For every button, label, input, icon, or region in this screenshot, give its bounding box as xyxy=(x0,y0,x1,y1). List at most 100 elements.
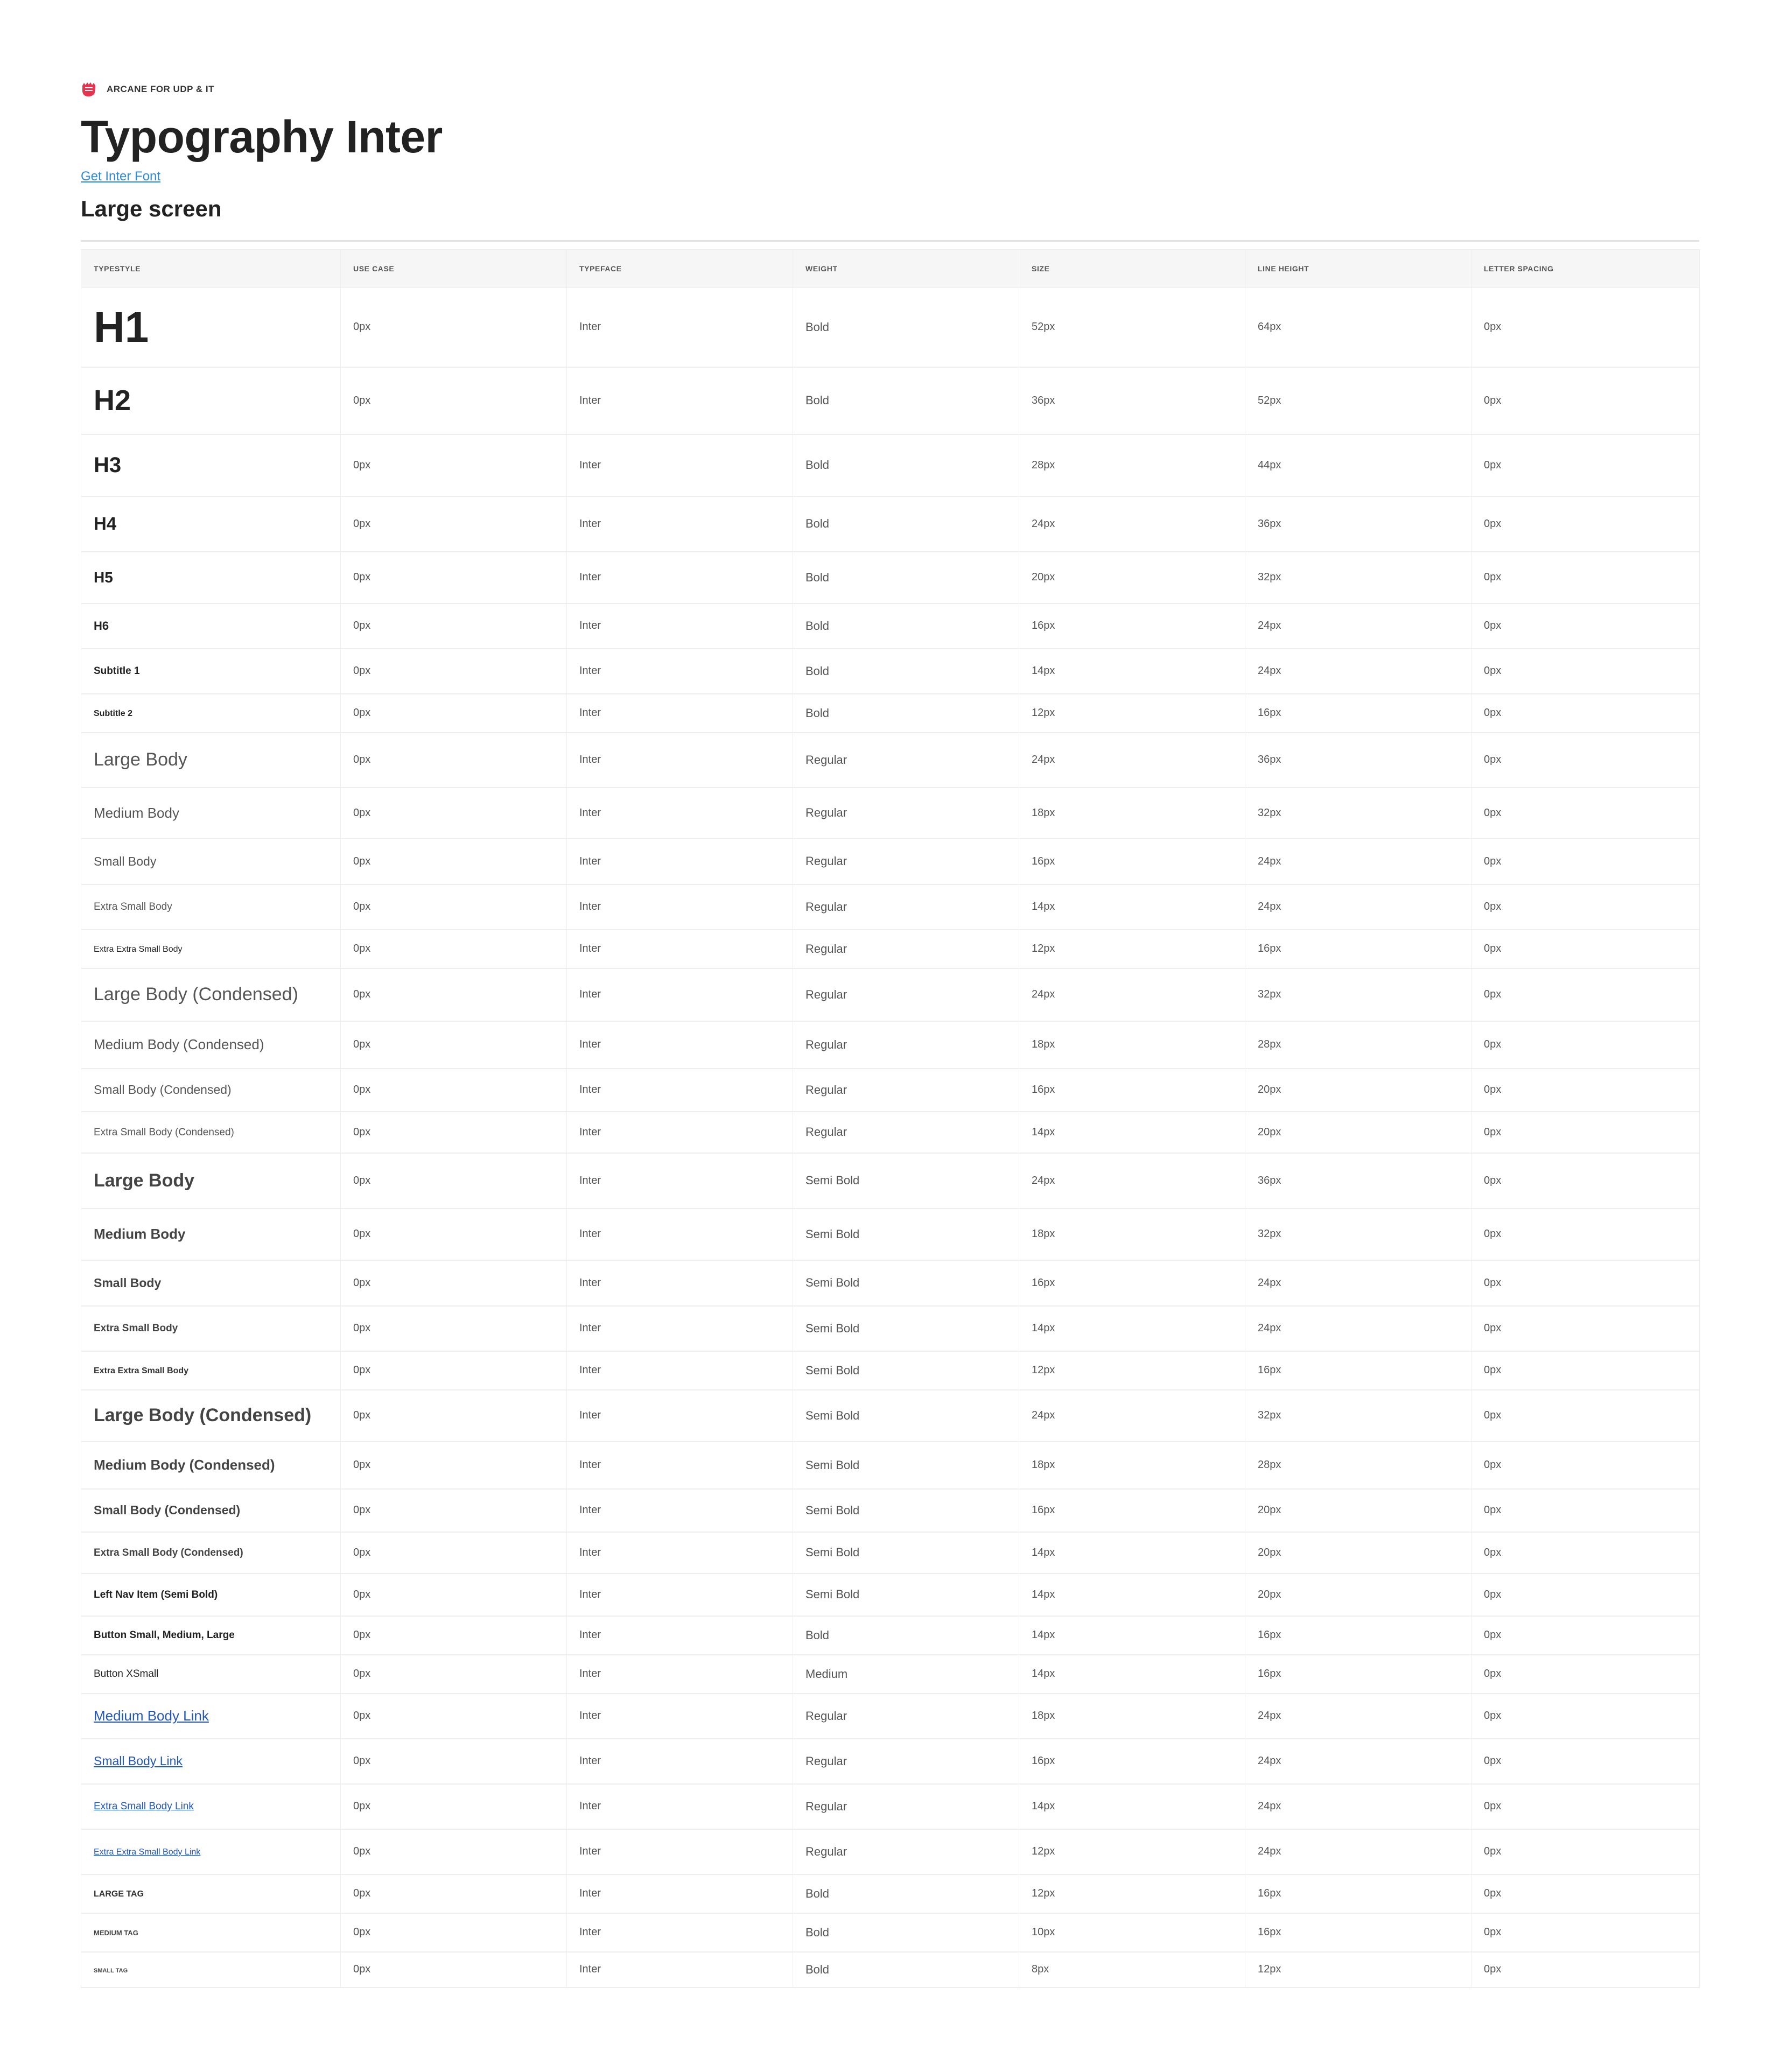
size-cell: 12px xyxy=(1019,693,1245,733)
use-case-cell: 0px xyxy=(340,496,567,552)
typeface-cell: Inter xyxy=(566,1488,793,1533)
weight-cell: Semi Bold xyxy=(793,1532,1019,1574)
weight-cell: Medium xyxy=(793,1654,1019,1694)
typestyle-sample: Subtitle 2 xyxy=(94,709,133,718)
typeface-cell: Inter xyxy=(566,1068,793,1112)
table-row: Button XSmall 0px Inter Medium 14px 16px 0px xyxy=(81,1654,1700,1694)
letter-spacing-cell: 0px xyxy=(1471,367,1700,435)
column-header-use-case: USE CASE xyxy=(340,249,567,288)
letter-spacing-cell: 0px xyxy=(1471,551,1700,604)
weight-cell: Regular xyxy=(793,732,1019,788)
table-row: Medium Body Link 0px Inter Regular 18px 24px 0… xyxy=(81,1693,1700,1739)
use-case-cell: 0px xyxy=(340,1068,567,1112)
typestyle-sample: H5 xyxy=(94,568,113,586)
typestyle-cell: Button Small, Medium, Large xyxy=(81,1616,341,1655)
typestyle-sample: Small Body (Condensed) xyxy=(94,1503,241,1517)
letter-spacing-cell: 0px xyxy=(1471,1305,1700,1352)
use-case-cell: 0px xyxy=(340,1389,567,1442)
typestyle-link-sample[interactable]: Extra Extra Small Body Link xyxy=(94,1848,200,1857)
letter-spacing-cell: 0px xyxy=(1471,1441,1700,1490)
typeface-cell: Inter xyxy=(566,1951,793,1988)
table-row: Medium Body (Condensed) 0px Inter Semi Bold… xyxy=(81,1441,1700,1490)
line-height-cell: 24px xyxy=(1245,838,1471,885)
letter-spacing-cell: 0px xyxy=(1471,693,1700,733)
letter-spacing-cell: 0px xyxy=(1471,787,1700,839)
line-height-cell: 36px xyxy=(1245,1153,1471,1209)
table-row: Extra Small Body Link 0px Inter Regular 14px… xyxy=(81,1783,1700,1830)
table-row: MEDIUM TAG 0px Inter Bold 10px 16px 0px xyxy=(81,1913,1700,1952)
line-height-cell: 16px xyxy=(1245,693,1471,733)
use-case-cell: 0px xyxy=(340,1260,567,1307)
letter-spacing-cell: 0px xyxy=(1471,287,1700,368)
typeface-cell: Inter xyxy=(566,693,793,733)
size-cell: 10px xyxy=(1019,1913,1245,1952)
size-cell: 16px xyxy=(1019,1488,1245,1533)
table-row: Small Body 0px Inter Semi Bold 16px 24px 0px xyxy=(81,1260,1700,1307)
weight-cell: Bold xyxy=(793,648,1019,694)
get-font-link[interactable]: Get Inter Font xyxy=(81,169,160,184)
use-case-cell: 0px xyxy=(340,1738,567,1785)
table-row: Large Body 0px Inter Regular 24px 36px 0px xyxy=(81,732,1700,788)
weight-cell: Bold xyxy=(793,693,1019,733)
size-cell: 16px xyxy=(1019,1068,1245,1112)
typeface-cell: Inter xyxy=(566,1573,793,1617)
weight-cell: Regular xyxy=(793,884,1019,930)
size-cell: 24px xyxy=(1019,732,1245,788)
table-row: Small Body (Condensed) 0px Inter Semi Bold 1… xyxy=(81,1488,1700,1533)
size-cell: 24px xyxy=(1019,968,1245,1022)
use-case-cell: 0px xyxy=(340,1532,567,1574)
typeface-cell: Inter xyxy=(566,1305,793,1352)
use-case-cell: 0px xyxy=(340,367,567,435)
typestyle-link-sample[interactable]: Extra Small Body Link xyxy=(94,1801,194,1812)
table-row: H3 0px Inter Bold 28px 44px 0px xyxy=(81,434,1700,497)
weight-cell: Regular xyxy=(793,968,1019,1022)
table-row: SMALL TAG 0px Inter Bold 8px 12px 0px xyxy=(81,1951,1700,1988)
use-case-cell: 0px xyxy=(340,968,567,1022)
table-row: Large Body (Condensed) 0px Inter Regular 24p… xyxy=(81,968,1700,1022)
use-case-cell: 0px xyxy=(340,693,567,733)
size-cell: 14px xyxy=(1019,1654,1245,1694)
use-case-cell: 0px xyxy=(340,1616,567,1655)
typestyle-cell: Subtitle 1 xyxy=(81,648,341,694)
table-header-row: TYPESTYLE USE CASE TYPEFACE WEIGHT SIZE … xyxy=(81,249,1700,288)
typeface-cell: Inter xyxy=(566,648,793,694)
section-title: Large screen xyxy=(81,196,222,221)
size-cell: 12px xyxy=(1019,1829,1245,1875)
letter-spacing-cell: 0px xyxy=(1471,1616,1700,1655)
use-case-cell: 0px xyxy=(340,838,567,885)
typestyle-sample: Medium Body xyxy=(94,1226,186,1242)
column-header-size: SIZE xyxy=(1019,249,1245,288)
typeface-cell: Inter xyxy=(566,968,793,1022)
typestyle-sample: Extra Small Body xyxy=(94,1323,178,1334)
table-row: Medium Body 0px Inter Semi Bold 18px 32px 0px xyxy=(81,1208,1700,1261)
weight-cell: Semi Bold xyxy=(793,1573,1019,1617)
use-case-cell: 0px xyxy=(340,787,567,839)
typestyle-cell: LARGE TAG xyxy=(81,1874,341,1914)
use-case-cell: 0px xyxy=(340,1783,567,1830)
weight-cell: Semi Bold xyxy=(793,1208,1019,1261)
typestyle-cell: Left Nav Item (Semi Bold) xyxy=(81,1573,341,1617)
typestyle-sample: Button XSmall xyxy=(94,1668,159,1680)
letter-spacing-cell: 0px xyxy=(1471,1488,1700,1533)
typestyle-sample: Button Small, Medium, Large xyxy=(94,1629,235,1641)
typestyle-sample: Subtitle 1 xyxy=(94,665,140,677)
table-row: Extra Extra Small Body Link 0px Inter Regul… xyxy=(81,1829,1700,1875)
size-cell: 16px xyxy=(1019,838,1245,885)
typestyle-link-sample[interactable]: Small Body Link xyxy=(94,1754,183,1768)
letter-spacing-cell: 0px xyxy=(1471,1693,1700,1739)
table-row: Extra Small Body (Condensed) 0px Inter Regu… xyxy=(81,1111,1700,1154)
size-cell: 18px xyxy=(1019,787,1245,839)
typeface-cell: Inter xyxy=(566,1783,793,1830)
typestyle-sample: Large Body xyxy=(94,749,187,770)
letter-spacing-cell: 0px xyxy=(1471,1068,1700,1112)
typestyle-cell: H5 xyxy=(81,551,341,604)
typeface-cell: Inter xyxy=(566,1441,793,1490)
line-height-cell: 20px xyxy=(1245,1111,1471,1154)
use-case-cell: 0px xyxy=(340,1305,567,1352)
typestyle-sample: Small Body xyxy=(94,1275,162,1290)
size-cell: 24px xyxy=(1019,1389,1245,1442)
typestyle-link-sample[interactable]: Medium Body Link xyxy=(94,1708,209,1724)
typestyle-sample: Extra Extra Small Body xyxy=(94,945,183,954)
typeface-cell: Inter xyxy=(566,787,793,839)
typeface-cell: Inter xyxy=(566,1874,793,1914)
